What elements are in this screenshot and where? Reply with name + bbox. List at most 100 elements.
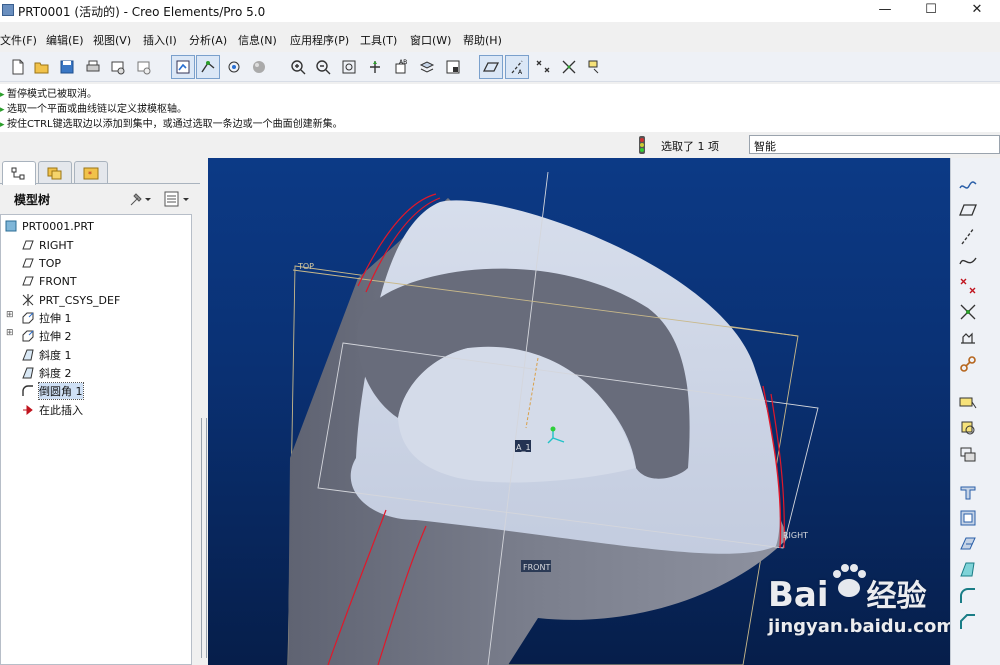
datum-plane-tool-icon[interactable] bbox=[955, 198, 981, 222]
zoom-out-icon[interactable] bbox=[311, 55, 335, 79]
tab-layers[interactable] bbox=[38, 161, 72, 183]
csys-icon bbox=[22, 294, 34, 306]
regenerate-icon[interactable] bbox=[171, 55, 195, 79]
graphics-viewport[interactable]: TOP RIGHT FRONT A_1 Bai 经验 jingyan.baidu.… bbox=[208, 158, 950, 665]
shell-tool-icon[interactable] bbox=[955, 506, 981, 530]
insert-here-icon bbox=[23, 404, 33, 416]
panel-splitter[interactable] bbox=[200, 158, 208, 665]
navigator-panel: * 模型树 PRT0001.PRT RIGHT TOP FRONT PRT_CS… bbox=[0, 158, 200, 665]
tree-node-round-1[interactable]: 倒圆角 1 bbox=[21, 382, 84, 400]
maximize-button[interactable]: ☐ bbox=[908, 0, 954, 22]
navigator-tabs: * bbox=[0, 158, 200, 185]
menu-insert[interactable]: 插入(I) bbox=[143, 32, 177, 48]
svg-text:AB: AB bbox=[399, 59, 407, 66]
tab-model-tree[interactable] bbox=[2, 161, 36, 185]
minimize-button[interactable]: — bbox=[862, 0, 908, 22]
model-tree-title: 模型树 bbox=[14, 193, 51, 207]
message-line: ▸ 按住CTRL键选取边以添加到集中，或通过选取一条边或一个曲面创建新集。 bbox=[0, 119, 343, 130]
close-button[interactable]: ✕ bbox=[954, 0, 1000, 22]
menu-edit[interactable]: 编辑(E) bbox=[46, 32, 84, 48]
hole-tool-icon[interactable] bbox=[955, 480, 981, 504]
watermark-url: jingyan.baidu.com bbox=[768, 616, 950, 637]
chain-tool-icon[interactable] bbox=[955, 352, 981, 376]
round-icon bbox=[22, 385, 33, 396]
front-plane-label[interactable]: FRONT bbox=[523, 563, 550, 572]
rib-tool-icon[interactable] bbox=[955, 532, 981, 556]
menu-analysis[interactable]: 分析(A) bbox=[189, 32, 227, 48]
send-icon[interactable] bbox=[132, 55, 156, 79]
menu-file[interactable]: 文件(F) bbox=[0, 32, 37, 48]
csys-tool-icon[interactable] bbox=[955, 300, 981, 324]
reorient-icon[interactable] bbox=[363, 55, 387, 79]
sketch-placement-icon[interactable] bbox=[955, 390, 981, 414]
top-plane-label[interactable]: TOP bbox=[297, 262, 314, 271]
save-icon[interactable] bbox=[55, 55, 79, 79]
axis-display-icon[interactable]: A bbox=[505, 55, 529, 79]
expand-toggle-extrude-1[interactable]: ⊞ bbox=[6, 310, 14, 320]
revolve-tool-icon[interactable] bbox=[955, 442, 981, 466]
menu-applications[interactable]: 应用程序(P) bbox=[290, 32, 349, 48]
tree-node-top[interactable]: TOP bbox=[21, 254, 61, 272]
draft-tool-icon[interactable] bbox=[955, 558, 981, 582]
plane-display-icon[interactable] bbox=[479, 55, 503, 79]
print-icon[interactable] bbox=[81, 55, 105, 79]
tree-node-csys[interactable]: PRT_CSYS_DEF bbox=[21, 291, 120, 309]
annotation-display-icon[interactable] bbox=[583, 55, 607, 79]
view-manager-icon[interactable] bbox=[441, 55, 465, 79]
zoom-in-icon[interactable] bbox=[286, 55, 310, 79]
point-display-icon[interactable] bbox=[531, 55, 555, 79]
paw-logo-icon bbox=[833, 564, 866, 597]
menu-window[interactable]: 窗口(W) bbox=[410, 32, 451, 48]
selection-count: 选取了 1 项 bbox=[661, 140, 719, 153]
extrude-icon bbox=[22, 312, 34, 324]
model-tree-header: 模型树 bbox=[0, 186, 200, 212]
csys-display-icon[interactable] bbox=[557, 55, 581, 79]
splitter-grip[interactable] bbox=[201, 418, 207, 658]
message-line: ▸ 选取一个平面或曲线链以定义拔模枢轴。 bbox=[0, 104, 187, 115]
tree-node-draft-1[interactable]: 斜度 1 bbox=[21, 346, 72, 364]
round-tool-icon[interactable] bbox=[955, 584, 981, 608]
spin-center-icon[interactable] bbox=[222, 55, 246, 79]
tree-node-extrude-2[interactable]: 拉伸 2 bbox=[21, 327, 72, 345]
axis-label[interactable]: A_1 bbox=[516, 443, 531, 452]
tree-node-extrude-1[interactable]: 拉伸 1 bbox=[21, 309, 72, 327]
menu-help[interactable]: 帮助(H) bbox=[463, 32, 502, 48]
menu-info[interactable]: 信息(N) bbox=[238, 32, 277, 48]
shading-icon[interactable] bbox=[248, 55, 272, 79]
app-icon bbox=[2, 4, 14, 16]
new-file-icon[interactable] bbox=[6, 55, 30, 79]
chamfer-tool-icon[interactable] bbox=[955, 610, 981, 634]
tree-node-insert-here[interactable]: 在此插入 bbox=[21, 401, 83, 419]
menu-view[interactable]: 视图(V) bbox=[93, 32, 131, 48]
right-plane-label[interactable]: RIGHT bbox=[783, 531, 808, 540]
tree-node-draft-2[interactable]: 斜度 2 bbox=[21, 364, 72, 382]
refit-icon[interactable] bbox=[337, 55, 361, 79]
svg-text:*: * bbox=[88, 170, 92, 179]
open-folder-icon[interactable] bbox=[30, 55, 54, 79]
analysis-tool-icon[interactable] bbox=[955, 326, 981, 350]
tree-node-right[interactable]: RIGHT bbox=[21, 236, 73, 254]
tree-node-front[interactable]: FRONT bbox=[21, 272, 77, 290]
tree-node-part[interactable]: PRT0001.PRT bbox=[4, 217, 94, 235]
model-tree: PRT0001.PRT RIGHT TOP FRONT PRT_CSYS_DEF… bbox=[0, 214, 192, 665]
saved-views-icon[interactable]: AB bbox=[389, 55, 413, 79]
selection-filter-select[interactable]: 智能 bbox=[749, 135, 1000, 154]
datum-plane-icon bbox=[22, 258, 34, 268]
datum-plane-icon bbox=[22, 240, 34, 250]
datum-axis-tool-icon[interactable] bbox=[955, 224, 981, 248]
datum-curve-tool-icon[interactable] bbox=[955, 248, 981, 272]
tree-settings-icon[interactable] bbox=[128, 190, 152, 208]
mail-icon[interactable] bbox=[106, 55, 130, 79]
sketch-tool-icon[interactable] bbox=[955, 172, 981, 196]
feature-toolbar bbox=[950, 158, 1000, 665]
tree-columns-icon[interactable] bbox=[163, 190, 191, 208]
menu-tools[interactable]: 工具(T) bbox=[360, 32, 397, 48]
tab-favorites[interactable]: * bbox=[74, 161, 108, 183]
extrude-icon bbox=[22, 330, 34, 342]
datum-point-tool-icon[interactable] bbox=[955, 274, 981, 298]
datum-point-icon[interactable] bbox=[196, 55, 220, 79]
expand-toggle-extrude-2[interactable]: ⊞ bbox=[6, 328, 14, 338]
layers-icon[interactable] bbox=[415, 55, 439, 79]
main-toolbar: AB A bbox=[0, 52, 1000, 82]
extrude-tool-icon[interactable] bbox=[955, 416, 981, 440]
